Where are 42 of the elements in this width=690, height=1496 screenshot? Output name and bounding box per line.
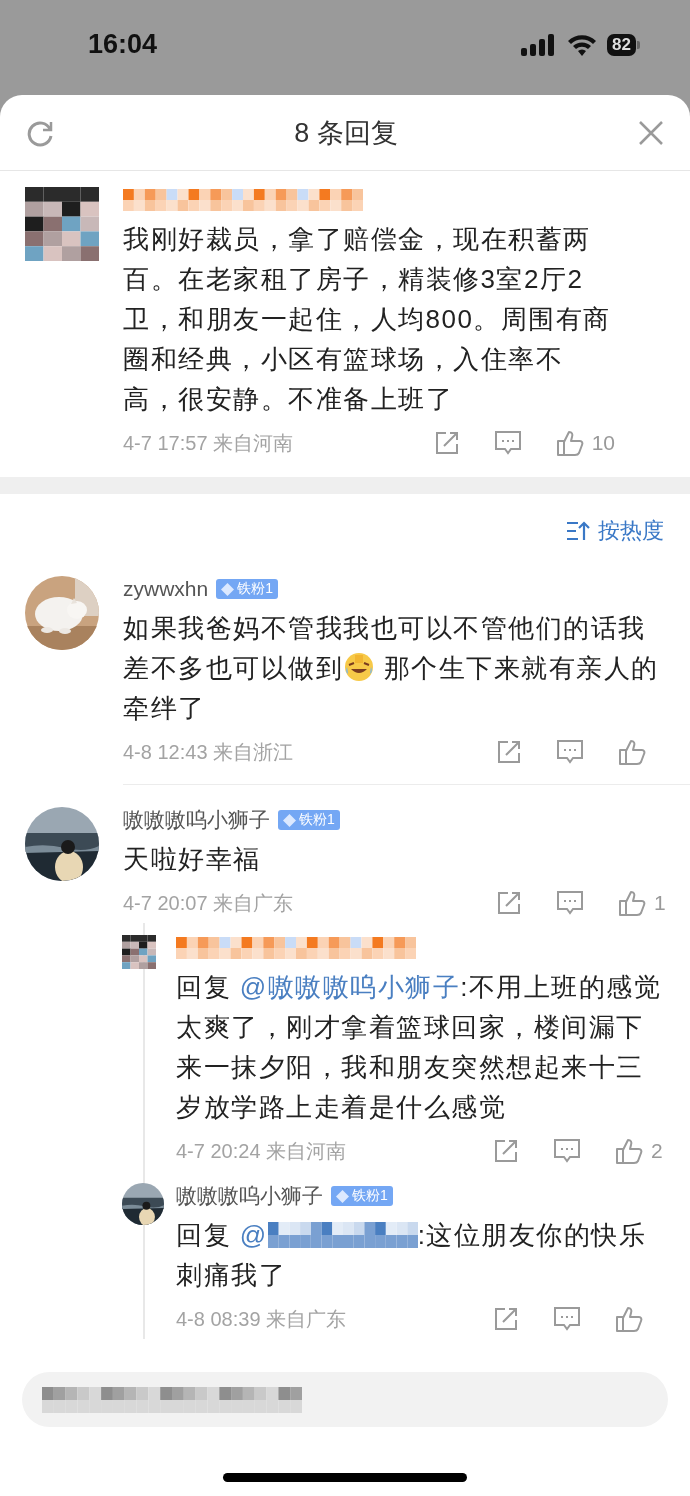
- like-icon[interactable]: [555, 429, 584, 457]
- comment-text: 回复 @嗷嗷嗷呜小狮子:不用上班的感觉太爽了，刚才拿着篮球回家，楼间漏下来一抹夕阳，我和朋友突然想起来十三岁放学路上走着是什么感觉: [176, 971, 663, 1124]
- comment-meta: 4-7 17:57 来自河南: [123, 430, 295, 456]
- user-name[interactable]: 嗷嗷嗷呜小狮子: [176, 1182, 323, 1210]
- comment-text: 如果我爸妈不管我我也可以不管他们的话我差不多也可以做到 那个生下来就有亲人的牵绊了: [123, 612, 660, 725]
- comment-icon[interactable]: [556, 739, 584, 765]
- like-count: 10: [591, 431, 615, 455]
- sort-button[interactable]: 按热度: [566, 516, 664, 546]
- comment-text: 我刚好裁员，拿了赔偿金，现在积蓄两百。在老家租了房子，精装修3室2厅2卫，和朋友一起住，人均800。周围有商圈和经典，小区有篮球场，入住率不高，很安静。不准备上班了: [123, 223, 612, 416]
- share-icon[interactable]: [496, 890, 522, 916]
- like-icon[interactable]: [615, 1305, 643, 1333]
- comment-icon[interactable]: [493, 430, 522, 456]
- status-time: 16:04: [88, 29, 159, 60]
- share-icon[interactable]: [433, 430, 460, 456]
- user-name[interactable]: 嗷嗷嗷呜小狮子: [123, 806, 270, 834]
- fan-badge: 铁粉1: [216, 579, 278, 599]
- refresh-icon[interactable]: [26, 118, 54, 147]
- comment-meta: 4-7 20:07 来自广东: [123, 890, 295, 916]
- sheet-title: 8 条回复: [293, 116, 399, 150]
- battery-level: 82: [607, 33, 636, 56]
- fan-badge: 铁粉1: [331, 1186, 393, 1206]
- comment-text: 回复 @ :这位朋友你的快乐刺痛我了: [176, 1219, 648, 1292]
- comment-meta: 4-8 12:43 来自浙江: [123, 739, 295, 765]
- like-icon[interactable]: [618, 738, 646, 766]
- comment-meta: 4-7 20:24 来自河南: [176, 1138, 348, 1164]
- fan-badge: 铁粉1: [278, 810, 340, 830]
- share-icon[interactable]: [493, 1138, 519, 1164]
- sort-icon: [566, 520, 590, 542]
- comment-icon[interactable]: [553, 1306, 581, 1332]
- like-icon[interactable]: [615, 1137, 643, 1165]
- comment-text: 天啦好幸福: [123, 843, 262, 876]
- like-count: 2: [651, 1139, 663, 1163]
- comment-icon[interactable]: [553, 1138, 581, 1164]
- wifi-icon: [567, 33, 598, 56]
- like-icon[interactable]: [618, 889, 646, 917]
- like-count: 1: [654, 891, 666, 915]
- user-name[interactable]: zywwxhn: [123, 577, 209, 601]
- close-icon[interactable]: [638, 119, 664, 146]
- comment-icon[interactable]: [556, 890, 584, 916]
- share-icon[interactable]: [496, 739, 522, 765]
- comment-meta: 4-8 08:39 来自广东: [176, 1306, 348, 1332]
- share-icon[interactable]: [493, 1306, 519, 1332]
